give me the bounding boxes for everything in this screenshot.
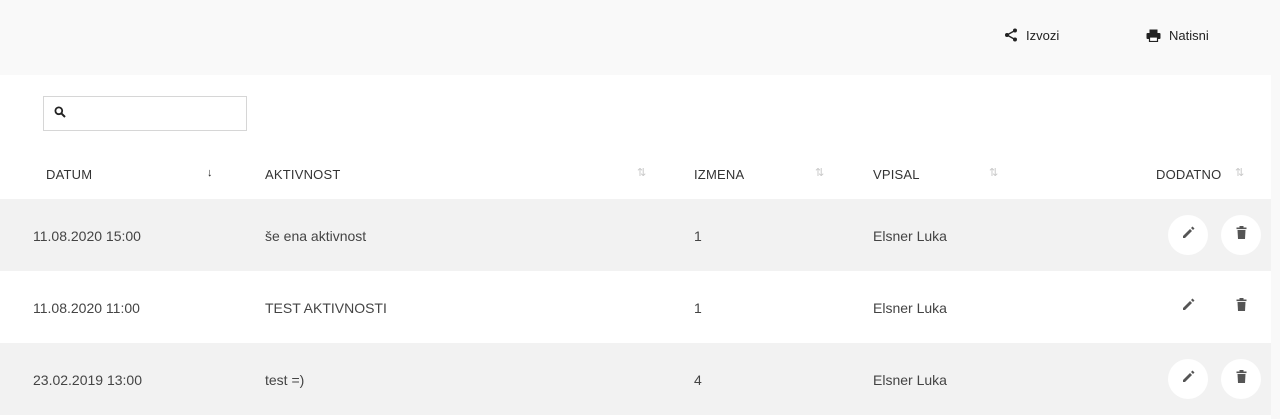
cell-vpisal: Elsner Luka [873, 372, 947, 388]
top-toolbar: Izvozi Natisni [0, 0, 1280, 75]
trash-icon [1236, 298, 1247, 316]
sort-icon[interactable]: ⇅ [637, 168, 646, 179]
column-header-dodatno: DODATNO [1156, 167, 1222, 182]
activity-panel: DATUM ↓ AKTIVNOST ⇅ IZMENA ⇅ VPISAL ⇅ DO… [0, 75, 1271, 419]
sort-icon[interactable]: ⇅ [1235, 168, 1244, 179]
cell-vpisal: Elsner Luka [873, 228, 947, 244]
pencil-icon [1182, 226, 1195, 244]
search-box[interactable] [43, 96, 250, 131]
cell-izmena: 4 [694, 372, 702, 388]
delete-button[interactable] [1221, 215, 1261, 255]
export-button[interactable]: Izvozi [1004, 25, 1059, 45]
cell-izmena: 1 [694, 228, 702, 244]
pencil-icon [1182, 298, 1195, 316]
cell-vpisal: Elsner Luka [873, 300, 947, 316]
table-row: 11.08.2020 15:00 še ena aktivnost 1 Elsn… [0, 199, 1271, 271]
edit-button[interactable] [1168, 287, 1208, 327]
cell-datum: 23.02.2019 13:00 [33, 372, 142, 388]
delete-button[interactable] [1221, 359, 1261, 399]
table-header: DATUM ↓ AKTIVNOST ⇅ IZMENA ⇅ VPISAL ⇅ DO… [0, 155, 1271, 199]
cell-aktivnost: test =) [265, 372, 305, 388]
search-input[interactable] [74, 97, 250, 130]
cell-izmena: 1 [694, 300, 702, 316]
cell-datum: 11.08.2020 11:00 [33, 300, 140, 316]
edit-button[interactable] [1168, 215, 1208, 255]
column-header-datum[interactable]: DATUM [46, 167, 92, 182]
trash-icon [1236, 226, 1247, 244]
trash-icon [1236, 370, 1247, 388]
sort-icon[interactable]: ⇅ [989, 168, 998, 179]
table-row: 23.02.2019 13:00 test =) 4 Elsner Luka [0, 343, 1271, 415]
share-icon [1004, 28, 1018, 42]
delete-button[interactable] [1221, 287, 1261, 327]
pencil-icon [1182, 370, 1195, 388]
search-icon [54, 105, 66, 123]
cell-aktivnost: še ena aktivnost [265, 228, 367, 244]
print-label: Natisni [1169, 27, 1209, 43]
cell-datum: 11.08.2020 15:00 [33, 228, 141, 244]
column-header-vpisal[interactable]: VPISAL [873, 167, 920, 182]
printer-icon [1146, 29, 1161, 42]
export-label: Izvozi [1026, 27, 1060, 43]
sort-icon[interactable]: ⇅ [815, 168, 824, 179]
print-button[interactable]: Natisni [1146, 25, 1209, 45]
cell-aktivnost: TEST AKTIVNOSTI [265, 300, 387, 316]
column-header-izmena[interactable]: IZMENA [694, 167, 744, 182]
sort-desc-icon[interactable]: ↓ [207, 168, 213, 179]
table-row: 11.08.2020 11:00 TEST AKTIVNOSTI 1 Elsne… [0, 271, 1271, 343]
edit-button[interactable] [1168, 359, 1208, 399]
column-header-aktivnost[interactable]: AKTIVNOST [265, 167, 340, 182]
